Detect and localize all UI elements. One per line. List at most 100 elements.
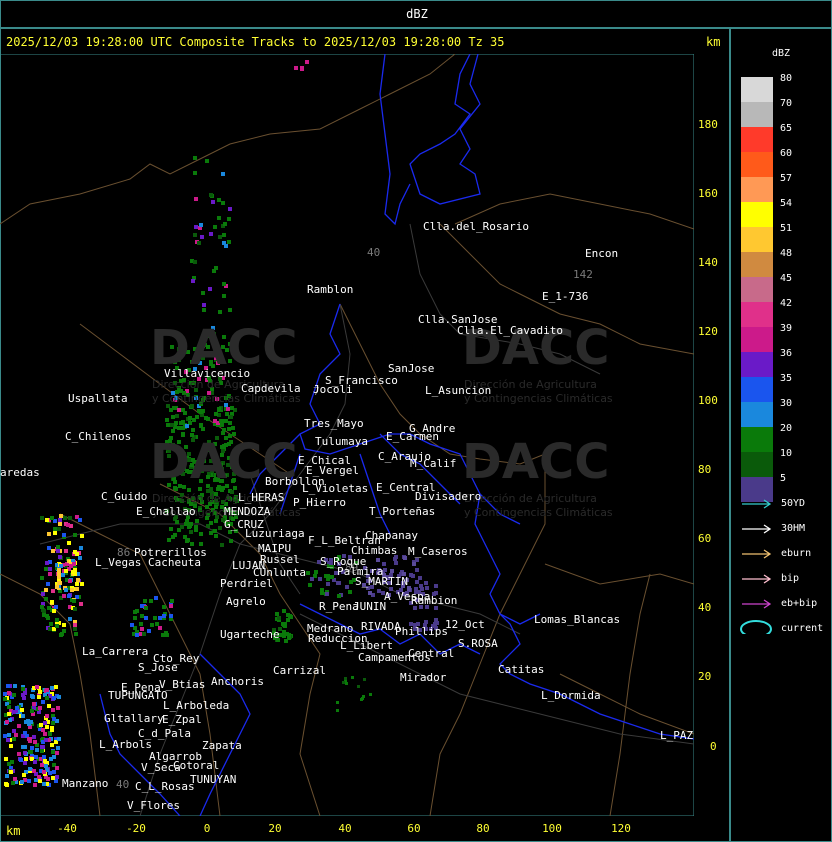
echo-pixel — [67, 594, 71, 598]
echo-pixel — [191, 279, 195, 283]
echo-pixel — [201, 409, 205, 413]
echo-pixel — [308, 583, 312, 587]
echo-pixel — [59, 514, 63, 518]
dbz-swatch — [741, 252, 773, 277]
echo-pixel — [143, 599, 147, 603]
x-tick-label: 40 — [338, 822, 352, 835]
echo-pixel — [53, 531, 57, 535]
place-label: Phillips — [395, 625, 448, 638]
place-label: aredas — [0, 466, 40, 479]
echo-pixel — [197, 241, 201, 245]
dbz-swatch — [741, 227, 773, 252]
dbz-swatch — [741, 102, 773, 127]
echo-pixel — [6, 738, 10, 742]
echo-pixel — [30, 746, 34, 750]
echo-pixel — [139, 622, 143, 626]
echo-pixel — [184, 522, 188, 526]
dbz-swatch — [741, 427, 773, 452]
x-tick-label: 60 — [407, 822, 421, 835]
echo-pixel — [133, 616, 137, 620]
place-label: C_Chilenos — [65, 430, 132, 443]
echo-pixel — [169, 604, 173, 608]
echo-pixel — [56, 746, 60, 750]
echo-pixel — [50, 686, 54, 690]
dbz-swatch-label: 35 — [780, 373, 793, 384]
echo-pixel — [415, 558, 419, 562]
echo-pixel — [52, 717, 56, 721]
echo-pixel — [14, 733, 18, 737]
track-legend — [740, 499, 772, 634]
echo-pixel — [167, 538, 171, 542]
echo-pixel — [213, 419, 217, 423]
echo-pixel — [7, 762, 11, 766]
echo-pixel — [188, 416, 192, 420]
echo-pixel — [193, 260, 197, 264]
echo-pixel — [72, 599, 76, 603]
place-label: Luzuriaga — [245, 527, 305, 540]
y-tick-label: 160 — [698, 187, 718, 200]
echo-pixel — [35, 748, 39, 752]
echo-pixel — [21, 687, 25, 691]
echo-pixel — [336, 709, 339, 712]
echo-pixel — [3, 697, 7, 701]
place-label: TUNUYAN — [190, 773, 237, 786]
dbz-swatch-label: 39 — [780, 323, 793, 334]
place-label: Tulumaya — [315, 435, 368, 448]
echo-pixel — [38, 779, 42, 783]
place-label: L_Vegas — [95, 556, 142, 569]
echo-pixel — [222, 428, 226, 432]
echo-pixel — [171, 415, 175, 419]
title-bar: dBZ — [0, 0, 832, 28]
echo-pixel — [162, 614, 166, 618]
place-label: L_Asuncion — [425, 384, 492, 397]
dbz-swatch-label: 60 — [780, 148, 793, 159]
place-label: TUPUNGATO — [108, 689, 168, 702]
echo-pixel — [214, 534, 218, 538]
place-label: E_1-736 — [542, 290, 589, 303]
echo-pixel — [345, 585, 349, 589]
echo-pixel — [282, 634, 286, 638]
place-label: L_Dormida — [541, 689, 601, 702]
echo-pixel — [418, 576, 422, 580]
echo-pixel — [7, 712, 11, 716]
echo-pixel — [50, 516, 54, 520]
echo-pixel — [3, 692, 7, 696]
echo-pixel — [363, 678, 366, 681]
echo-pixel — [61, 573, 65, 577]
echo-pixel — [133, 610, 137, 614]
echo-pixel — [44, 588, 48, 592]
echo-pixel — [164, 631, 168, 635]
echo-pixel — [227, 217, 231, 221]
current-cell-icon — [740, 620, 772, 634]
dbz-swatch — [741, 327, 773, 352]
place-label: S_Jose — [138, 661, 178, 674]
echo-pixel — [209, 521, 213, 525]
echo-pixel — [228, 207, 232, 211]
echo-pixel — [191, 428, 195, 432]
echo-pixel — [40, 576, 44, 580]
echo-pixel — [140, 604, 144, 608]
echo-pixel — [170, 423, 174, 427]
echo-pixel — [195, 519, 199, 523]
echo-pixel — [56, 706, 60, 710]
echo-pixel — [330, 575, 334, 579]
echo-pixel — [40, 763, 44, 767]
x-tick-label: 120 — [611, 822, 631, 835]
place-label: M_Calif — [410, 457, 457, 470]
dbz-swatch — [741, 152, 773, 177]
echo-pixel — [47, 606, 51, 610]
echo-pixel — [204, 416, 208, 420]
echo-pixel — [221, 172, 225, 176]
echo-pixel — [194, 225, 198, 229]
echo-pixel — [348, 590, 352, 594]
echo-pixel — [177, 426, 181, 430]
echo-pixel — [4, 757, 8, 761]
echo-pixel — [9, 770, 13, 774]
echo-pixel — [44, 738, 48, 742]
x-tick-label: -40 — [57, 822, 77, 835]
echo-pixel — [162, 605, 166, 609]
dbz-swatch — [741, 352, 773, 377]
echo-pixel — [220, 423, 224, 427]
echo-pixel — [170, 599, 174, 603]
echo-pixel — [17, 724, 21, 728]
